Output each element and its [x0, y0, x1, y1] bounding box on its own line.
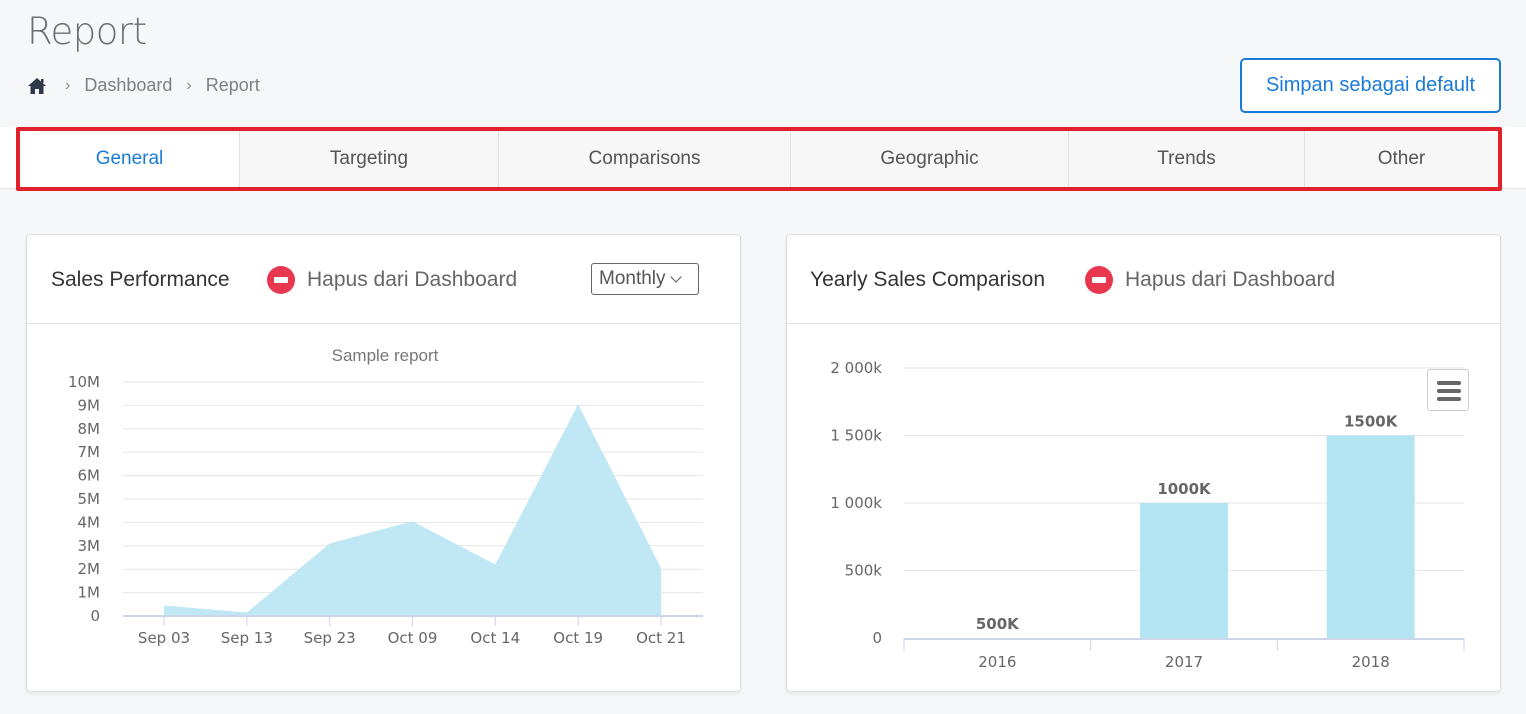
- y-tick-label: 5M: [78, 490, 101, 508]
- tab-general[interactable]: General: [20, 131, 240, 187]
- y-tick-label: 10M: [68, 373, 100, 391]
- page-title: Report: [27, 10, 147, 53]
- y-tick-label: 2M: [78, 560, 101, 578]
- y-tick-label: 9M: [78, 396, 101, 414]
- y-tick-label: 4M: [78, 513, 101, 531]
- y-tick-label: 8M: [78, 420, 101, 438]
- breadcrumb-separator-icon: ›: [186, 76, 192, 94]
- breadcrumb-report: Report: [205, 75, 260, 95]
- tab-comparisons[interactable]: Comparisons: [499, 131, 791, 187]
- x-tick-label: Sep 03: [138, 629, 190, 647]
- x-tick-label: Oct 09: [388, 629, 438, 647]
- sales-area-series: [164, 404, 661, 616]
- chart-title: Sample report: [332, 346, 439, 365]
- data-label-2017: 1000K: [1157, 480, 1212, 498]
- hamburger-menu-icon: [1437, 381, 1461, 385]
- y-tick-label: 0: [90, 607, 100, 625]
- hamburger-menu-icon-line: [1437, 389, 1461, 393]
- y-tick-label: 7M: [78, 443, 101, 461]
- tab-geographic[interactable]: Geographic: [791, 131, 1069, 187]
- report-tabs: General Targeting Comparisons Geographic…: [16, 127, 1502, 191]
- yearly-bar-chart: 0 500k 1 000k 1 500k 2 000k 500K 2016 1000K 2017…: [830, 359, 1465, 671]
- y-tick-label: 3M: [78, 537, 101, 555]
- bar-2017: [1140, 503, 1228, 638]
- y-tick-label: 1 000k: [830, 494, 882, 512]
- y-tick-label: 2 000k: [830, 359, 882, 377]
- breadcrumb: › Dashboard › Report: [27, 75, 274, 96]
- hamburger-menu-icon-line: [1437, 397, 1461, 401]
- save-as-default-button[interactable]: Simpan sebagai default: [1240, 58, 1501, 113]
- x-tick-label: 2017: [1165, 653, 1203, 671]
- y-tick-label: 0: [872, 629, 882, 647]
- bar-2018: [1326, 435, 1415, 638]
- x-tick-label: Oct 21: [636, 629, 686, 647]
- tab-other[interactable]: Other: [1305, 131, 1498, 187]
- x-tick-label: Sep 13: [221, 629, 273, 647]
- breadcrumb-separator-icon: ›: [65, 76, 71, 94]
- x-tick-label: 2016: [978, 653, 1016, 671]
- breadcrumb-dashboard[interactable]: Dashboard: [84, 75, 172, 96]
- x-tick-label: 2018: [1352, 653, 1390, 671]
- x-tick-label: Oct 19: [553, 629, 603, 647]
- tab-targeting[interactable]: Targeting: [240, 131, 499, 187]
- chart-menu-button[interactable]: [1427, 369, 1469, 411]
- y-tick-label: 1 500k: [830, 427, 882, 445]
- y-tick-label: 1M: [78, 584, 101, 602]
- data-label-2018: 1500K: [1344, 413, 1399, 431]
- y-tick-label: 500k: [845, 562, 883, 580]
- sales-area-chart: Sample report 0 1M 2M 3M 4M 5M 6M 7M 8M 9M 10M Sep 0…: [68, 346, 703, 647]
- yearly-sales-card: Yearly Sales Comparison Hapus dari Dashb…: [786, 234, 1501, 692]
- sales-performance-card: Sales Performance Hapus dari Dashboard M…: [26, 234, 741, 692]
- home-icon[interactable]: [27, 76, 47, 96]
- x-tick-label: Oct 14: [470, 629, 520, 647]
- y-tick-label: 6M: [78, 467, 101, 485]
- x-tick-label: Sep 23: [304, 629, 356, 647]
- data-label-2016: 500K: [976, 615, 1020, 633]
- tab-trends[interactable]: Trends: [1069, 131, 1305, 187]
